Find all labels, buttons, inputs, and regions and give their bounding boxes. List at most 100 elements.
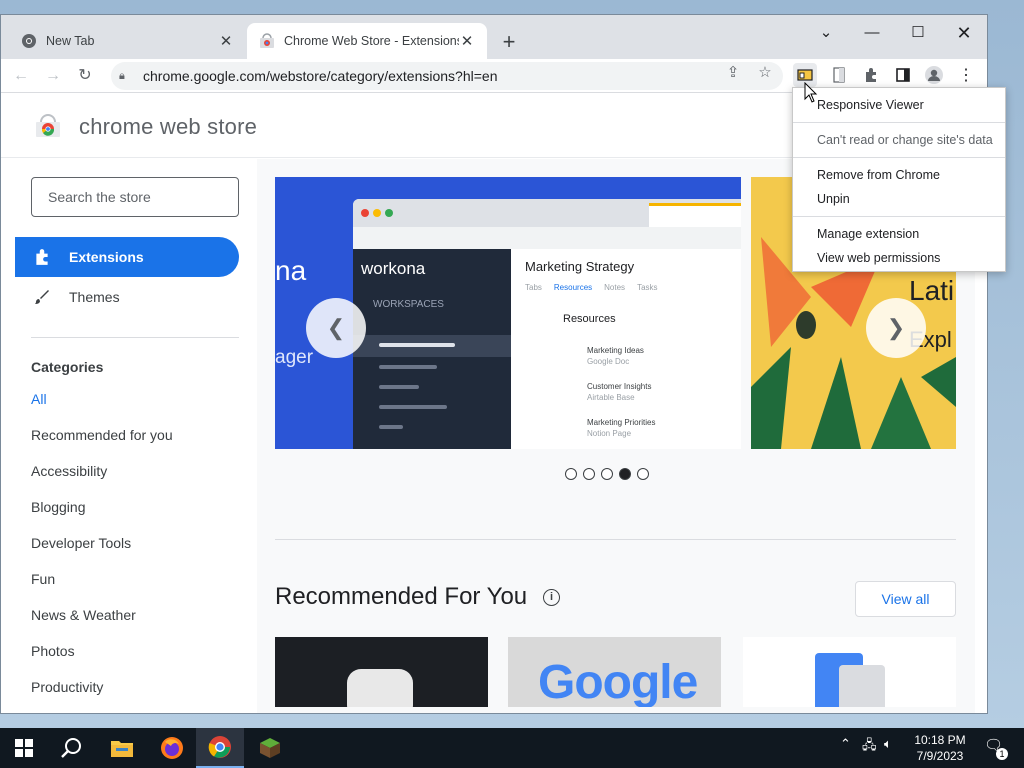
tab-title: Chrome Web Store - Extensions: [284, 34, 459, 48]
tab-new-tab[interactable]: New Tab ✕: [9, 23, 246, 59]
taskbar-minecraft[interactable]: [246, 728, 294, 768]
tab-chrome-web-store[interactable]: Chrome Web Store - Extensions ✕: [247, 23, 487, 59]
chrome-icon: [22, 34, 36, 48]
carousel-dot[interactable]: [583, 468, 595, 480]
new-tab-button[interactable]: +: [497, 29, 521, 55]
view-all-button[interactable]: View all: [855, 581, 956, 617]
search-icon: [61, 738, 81, 758]
categories-heading: Categories: [31, 359, 104, 375]
nav-themes[interactable]: Themes: [15, 277, 239, 317]
menu-item-unpin[interactable]: Unpin: [817, 192, 850, 206]
more-menu-icon[interactable]: ⋮: [954, 63, 978, 87]
address-bar[interactable]: 🔒︎ chrome.google.com/webstore/category/e…: [111, 62, 783, 90]
web-store-logo: [36, 114, 60, 137]
panel-tab: Tasks: [637, 283, 658, 292]
menu-item-view-web-permissions[interactable]: View web permissions: [817, 251, 940, 265]
category-recommended[interactable]: Recommended for you: [31, 427, 173, 443]
taskbar-chrome[interactable]: [196, 728, 244, 768]
resource-item: Marketing Priorities Notion Page: [587, 418, 656, 438]
menu-item-responsive-viewer[interactable]: Responsive Viewer: [817, 98, 924, 112]
brush-icon: [33, 288, 53, 306]
workona-panel: Marketing Strategy Tabs Resources Notes …: [511, 249, 741, 449]
show-hidden-icons-chevron-icon[interactable]: ⌃: [840, 736, 851, 752]
category-news-weather[interactable]: News & Weather: [31, 607, 136, 623]
category-blogging[interactable]: Blogging: [31, 499, 86, 515]
workspaces-label: WORKSPACES: [373, 299, 444, 310]
workona-browser-mock: workona WORKSPACES Marketing Strategy Ta…: [353, 199, 741, 449]
minimize-button[interactable]: —: [849, 19, 895, 47]
side-panel-icon[interactable]: [891, 63, 915, 87]
carousel-dots: [565, 468, 649, 480]
taskbar-search-button[interactable]: [48, 728, 96, 768]
recommended-thumbnail[interactable]: [275, 637, 488, 707]
network-icon[interactable]: 🖧︎: [862, 736, 877, 758]
extensions-puzzle-icon[interactable]: [859, 63, 883, 87]
carousel-dot[interactable]: [637, 468, 649, 480]
close-tab-icon[interactable]: ✕: [459, 32, 475, 50]
menu-separator: [793, 157, 1005, 158]
menu-item-remove-from-chrome[interactable]: Remove from Chrome: [817, 168, 940, 182]
notification-count-badge: 1: [996, 748, 1008, 760]
workona-sidebar: workona WORKSPACES: [353, 249, 511, 449]
back-icon[interactable]: ←: [10, 65, 32, 87]
recommended-thumbnail[interactable]: Google: [508, 637, 721, 707]
windows-logo-icon: [15, 739, 33, 757]
folder-icon: [111, 741, 133, 757]
forward-icon[interactable]: →: [42, 65, 64, 87]
slide-text: Latin: [909, 275, 956, 306]
info-icon[interactable]: i: [543, 589, 560, 606]
clock-time: 10:18 PM: [914, 733, 966, 747]
resources-label: Resources: [563, 313, 616, 325]
slide-text-fragment: ager: [275, 347, 314, 368]
tab-search-icon[interactable]: ⌄: [803, 19, 849, 47]
category-fun[interactable]: Fun: [31, 571, 55, 587]
carousel-dot[interactable]: [601, 468, 613, 480]
close-window-button[interactable]: ✕: [941, 19, 987, 47]
category-developer-tools[interactable]: Developer Tools: [31, 535, 131, 551]
resource-item: Customer Insights Airtable Base: [587, 382, 652, 402]
store-search-input[interactable]: Search the store: [31, 177, 239, 217]
recommended-thumbnail[interactable]: [743, 637, 956, 707]
menu-item-manage-extension[interactable]: Manage extension: [817, 227, 919, 241]
category-accessibility[interactable]: Accessibility: [31, 463, 107, 479]
clock-date: 7/9/2023: [916, 749, 964, 763]
carousel-next-button[interactable]: ❯: [866, 298, 926, 358]
document-extension-icon[interactable]: [827, 63, 851, 87]
carousel-dot-active[interactable]: [619, 468, 631, 480]
chevron-left-icon: ❮: [326, 315, 346, 340]
panel-title: Marketing Strategy: [525, 259, 635, 274]
menu-item-site-data: Can't read or change site's data: [817, 133, 993, 147]
maximize-button[interactable]: ☐: [895, 19, 941, 47]
category-all[interactable]: All: [31, 391, 47, 407]
carousel-dot[interactable]: [565, 468, 577, 480]
windows-taskbar: ⌃ 🖧︎ 🔈︎ 10:18 PM 7/9/2023 🗨︎ 1: [0, 728, 1024, 768]
play-icon: [347, 669, 413, 707]
taskbar-file-explorer[interactable]: [98, 728, 146, 768]
bookmark-star-icon[interactable]: ☆: [755, 63, 775, 81]
system-clock[interactable]: 10:18 PM 7/9/2023: [898, 732, 982, 764]
panel-tab: Resources: [553, 283, 593, 292]
profile-avatar-icon[interactable]: [922, 63, 946, 87]
grass-block-icon: [260, 738, 280, 758]
lock-icon: 🔒︎: [119, 69, 125, 82]
web-store-icon: [260, 33, 274, 48]
recommended-heading: Recommended For You: [275, 583, 528, 610]
share-icon[interactable]: ⇪: [723, 63, 743, 81]
close-tab-icon[interactable]: ✕: [218, 32, 234, 50]
url-text: chrome.google.com/webstore/category/exte…: [143, 68, 498, 84]
reload-icon[interactable]: ↻: [74, 65, 96, 87]
category-photos[interactable]: Photos: [31, 643, 75, 659]
menu-separator: [793, 122, 1005, 123]
sidebar-divider: [31, 337, 239, 338]
category-productivity[interactable]: Productivity: [31, 679, 103, 695]
carousel-prev-button[interactable]: ❮: [306, 298, 366, 358]
mouse-cursor-icon: [804, 82, 818, 103]
start-button[interactable]: [0, 728, 48, 768]
menu-separator: [793, 216, 1005, 217]
chrome-icon: [208, 736, 231, 758]
nav-extensions[interactable]: Extensions: [15, 237, 239, 277]
google-logo-text: Google: [538, 656, 698, 707]
tab-strip: New Tab ✕ Chrome Web Store - Extensions …: [1, 15, 987, 59]
volume-muted-icon[interactable]: 🔈︎: [884, 736, 892, 752]
taskbar-firefox[interactable]: [148, 728, 196, 768]
